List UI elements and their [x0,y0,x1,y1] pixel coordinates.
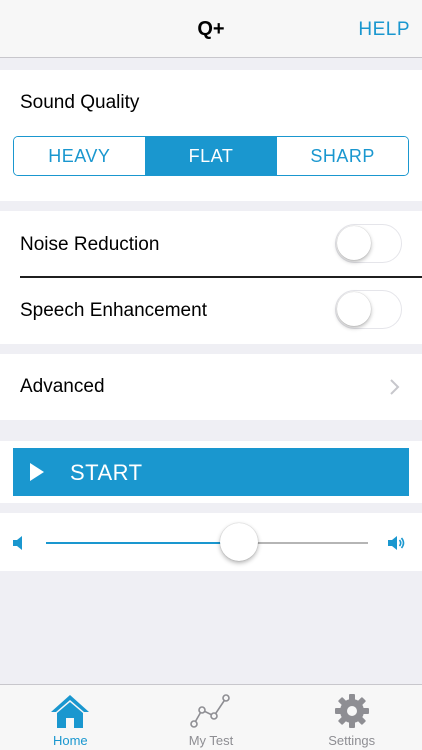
gear-icon [334,694,369,728]
volume-slider-track[interactable] [46,542,368,544]
segment-heavy[interactable]: HEAVY [14,137,145,175]
tab-bar: Home My Test Settings [0,684,422,750]
help-button[interactable]: HELP [358,19,410,41]
tab-my-test-label: My Test [188,733,234,748]
sound-quality-label: Sound Quality [20,92,140,113]
volume-low-icon [13,536,22,550]
sound-quality-segmented-control: HEAVY FLAT SHARP [13,136,409,176]
chevron-right-icon [390,379,400,395]
segment-sharp[interactable]: SHARP [276,137,408,175]
speech-enhancement-label: Speech Enhancement [20,300,207,321]
volume-high-icon [388,536,405,550]
segment-flat[interactable]: FLAT [144,137,277,175]
tab-home[interactable]: Home [0,685,141,750]
noise-reduction-toggle[interactable] [335,224,402,263]
advanced-label: Advanced [20,376,105,397]
tab-settings[interactable]: Settings [281,685,422,750]
row-divider [20,276,422,278]
speech-enhancement-toggle[interactable] [335,290,402,329]
volume-slider-fill [46,542,240,544]
toggle-knob [337,292,371,326]
noise-reduction-label: Noise Reduction [20,234,160,255]
home-icon [51,695,90,728]
start-button[interactable]: START [13,448,409,496]
tab-settings-label: Settings [328,733,376,748]
tab-my-test[interactable]: My Test [141,685,282,750]
chart-line-icon [190,694,230,728]
toggle-knob [337,226,371,260]
start-label: START [70,460,143,485]
volume-slider-thumb[interactable] [220,523,259,561]
play-icon [30,463,44,481]
sound-quality-panel: Sound Quality HEAVY FLAT SHARP [0,70,422,201]
navigation-bar: Q+ HELP [0,0,422,58]
enhancement-panel: Noise Reduction Speech Enhancement [0,211,422,344]
advanced-row[interactable]: Advanced [0,354,422,420]
tab-home-label: Home [52,733,88,748]
